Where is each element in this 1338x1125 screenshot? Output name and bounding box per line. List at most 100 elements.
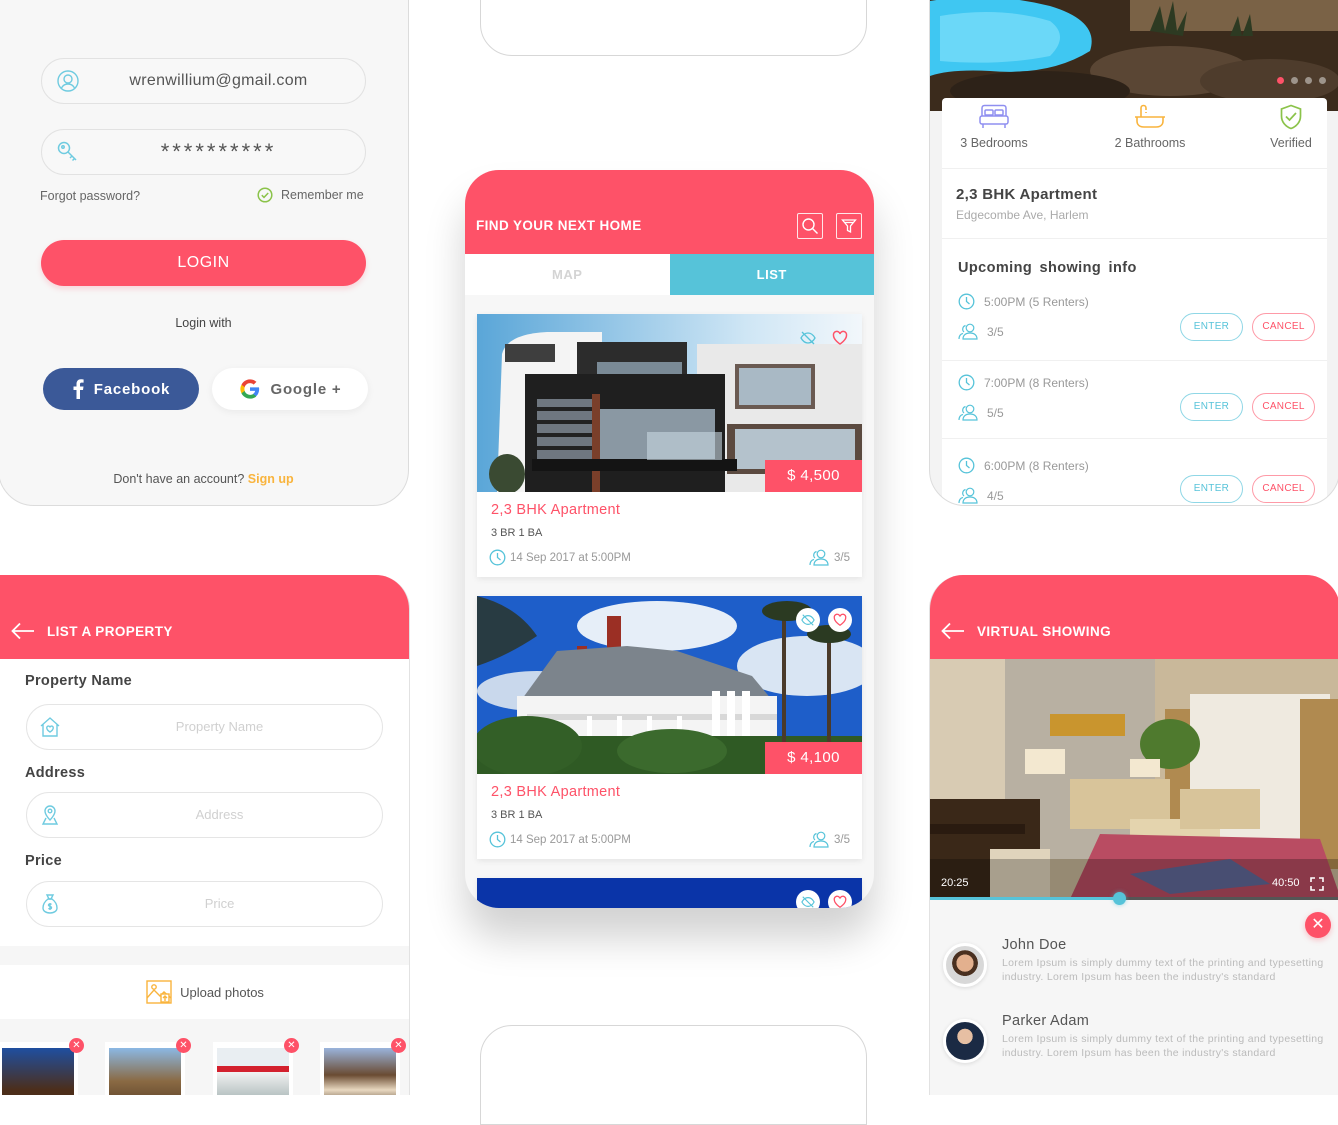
forgot-password-link[interactable]: Forgot password? bbox=[40, 189, 140, 203]
email-value: wrenwillium@gmail.com bbox=[129, 72, 308, 89]
clock-icon bbox=[958, 457, 975, 474]
property-card[interactable] bbox=[477, 878, 862, 908]
listing-screen: FIND YOUR NEXT HOME MAP LIST $ 4,500 2,3… bbox=[465, 170, 874, 908]
photo-thumbnail[interactable]: ✕ bbox=[0, 1038, 84, 1095]
upload-photos-button[interactable]: Upload photos bbox=[0, 965, 409, 1019]
amenity-bathrooms: 2 Bathrooms bbox=[1110, 104, 1190, 150]
card-date: 14 Sep 2017 at 5:00PM bbox=[489, 549, 631, 566]
facebook-login-button[interactable]: Facebook bbox=[43, 368, 199, 410]
card-title: 2,3 BHK Apartment bbox=[491, 784, 621, 800]
remove-photo-button[interactable]: ✕ bbox=[69, 1038, 84, 1053]
shield-check-icon bbox=[1262, 104, 1320, 130]
card-renters-text: 3/5 bbox=[834, 833, 850, 846]
photo-thumbnail[interactable]: ✕ bbox=[213, 1038, 299, 1095]
house-photo-2 bbox=[109, 1048, 181, 1095]
bed-icon bbox=[956, 104, 1032, 130]
image-upload-icon bbox=[146, 980, 172, 1004]
back-arrow-icon[interactable] bbox=[941, 622, 965, 640]
virtual-showing-title: VIRTUAL SHOWING bbox=[977, 624, 1111, 639]
slot-time: 5:00PM (5 Renters) bbox=[958, 293, 1089, 310]
carousel-dot[interactable] bbox=[1305, 77, 1312, 84]
close-button[interactable]: ✕ bbox=[1305, 912, 1331, 938]
price-placeholder: Price bbox=[204, 896, 235, 911]
google-login-button[interactable]: Google + bbox=[212, 368, 368, 410]
photo-thumbnail[interactable]: ✕ bbox=[105, 1038, 191, 1095]
search-icon bbox=[801, 217, 819, 235]
viewer-text: Lorem Ipsum is simply dummy text of the … bbox=[1002, 957, 1324, 983]
property-card[interactable]: $ 4,100 2,3 BHK Apartment 3 BR 1 BA 14 S… bbox=[477, 596, 862, 859]
password-value: ********** bbox=[160, 139, 277, 164]
filter-button[interactable] bbox=[836, 213, 862, 239]
phone-frame-placeholder-top bbox=[480, 0, 867, 56]
card-title: 2,3 BHK Apartment bbox=[491, 502, 621, 518]
listing-header: FIND YOUR NEXT HOME bbox=[465, 170, 874, 254]
clock-icon bbox=[489, 831, 506, 848]
address-placeholder: Address bbox=[195, 807, 244, 822]
price-tag: $ 4,100 bbox=[765, 742, 862, 774]
email-field[interactable]: wrenwillium@gmail.com bbox=[41, 58, 366, 104]
tab-map[interactable]: MAP bbox=[465, 254, 670, 295]
apartment-address: Edgecombe Ave, Harlem bbox=[956, 208, 1089, 222]
phone-frame-placeholder-bottom bbox=[480, 1025, 867, 1125]
remember-me-checkbox[interactable]: Remember me bbox=[257, 187, 364, 203]
enter-button[interactable]: ENTER bbox=[1180, 313, 1243, 341]
signup-link[interactable]: Sign up bbox=[248, 472, 294, 486]
carousel-dot-active[interactable] bbox=[1277, 77, 1284, 84]
heart-icon[interactable] bbox=[828, 890, 852, 908]
hide-icon[interactable] bbox=[796, 326, 820, 350]
map-pin-icon bbox=[39, 804, 61, 826]
heart-icon[interactable] bbox=[828, 326, 852, 350]
filter-icon bbox=[841, 218, 857, 234]
login-button[interactable]: LOGIN bbox=[41, 240, 366, 286]
remove-photo-button[interactable]: ✕ bbox=[284, 1038, 299, 1053]
users-icon bbox=[958, 323, 978, 340]
cancel-button[interactable]: CANCEL bbox=[1252, 475, 1315, 503]
photo-thumbnail[interactable]: ✕ bbox=[320, 1038, 406, 1095]
hide-icon[interactable] bbox=[796, 608, 820, 632]
video-player[interactable] bbox=[930, 659, 1338, 899]
property-name-label: Property Name bbox=[25, 673, 133, 689]
enter-button[interactable]: ENTER bbox=[1180, 393, 1243, 421]
card-date: 14 Sep 2017 at 5:00PM bbox=[489, 831, 631, 848]
remember-me-label: Remember me bbox=[281, 188, 364, 202]
remove-photo-button[interactable]: ✕ bbox=[391, 1038, 406, 1053]
hide-icon[interactable] bbox=[796, 890, 820, 908]
property-card[interactable]: $ 4,500 2,3 BHK Apartment 3 BR 1 BA 14 S… bbox=[477, 314, 862, 577]
video-progress-handle[interactable] bbox=[1113, 892, 1127, 905]
address-label: Address bbox=[25, 765, 86, 781]
showing-slot: 6:00PM (8 Renters) 4/5 ENTER CANCEL bbox=[942, 457, 1327, 505]
house-photo-4 bbox=[324, 1048, 396, 1095]
showing-slot: 7:00PM (8 Renters) 5/5 ENTER CANCEL bbox=[942, 374, 1327, 452]
price-tag: $ 4,500 bbox=[765, 460, 862, 492]
card-renters: 3/5 bbox=[809, 831, 850, 848]
cancel-button[interactable]: CANCEL bbox=[1252, 313, 1315, 341]
carousel-dot[interactable] bbox=[1319, 77, 1326, 84]
upcoming-showing-title: Upcoming showing info bbox=[958, 260, 1137, 276]
avatar bbox=[943, 1019, 987, 1063]
video-progress-fill bbox=[930, 897, 1120, 900]
heart-icon[interactable] bbox=[828, 608, 852, 632]
video-current-time: 20:25 bbox=[941, 877, 969, 889]
viewer-item: John Doe Lorem Ipsum is simply dummy tex… bbox=[943, 937, 1333, 1007]
password-field[interactable]: ********** bbox=[41, 129, 366, 175]
price-label: Price bbox=[25, 853, 62, 869]
cancel-button[interactable]: CANCEL bbox=[1252, 393, 1315, 421]
check-circle-icon bbox=[257, 187, 273, 203]
back-arrow-icon[interactable] bbox=[11, 622, 35, 640]
pool-photo bbox=[930, 0, 1338, 111]
house-photo-3 bbox=[217, 1048, 289, 1095]
slot-count-text: 5/5 bbox=[987, 405, 1004, 420]
tab-list[interactable]: LIST bbox=[669, 254, 874, 295]
property-name-input[interactable]: Property Name bbox=[26, 704, 383, 750]
price-input[interactable]: Price bbox=[26, 881, 383, 927]
slot-time: 6:00PM (8 Renters) bbox=[958, 457, 1089, 474]
enter-button[interactable]: ENTER bbox=[1180, 475, 1243, 503]
users-icon bbox=[958, 487, 978, 504]
card-date-text: 14 Sep 2017 at 5:00PM bbox=[510, 833, 631, 846]
carousel-dot[interactable] bbox=[1291, 77, 1298, 84]
card-spec: 3 BR 1 BA bbox=[491, 809, 543, 821]
address-input[interactable]: Address bbox=[26, 792, 383, 838]
remove-photo-button[interactable]: ✕ bbox=[176, 1038, 191, 1053]
fullscreen-icon[interactable] bbox=[1310, 877, 1324, 891]
search-button[interactable] bbox=[797, 213, 823, 239]
